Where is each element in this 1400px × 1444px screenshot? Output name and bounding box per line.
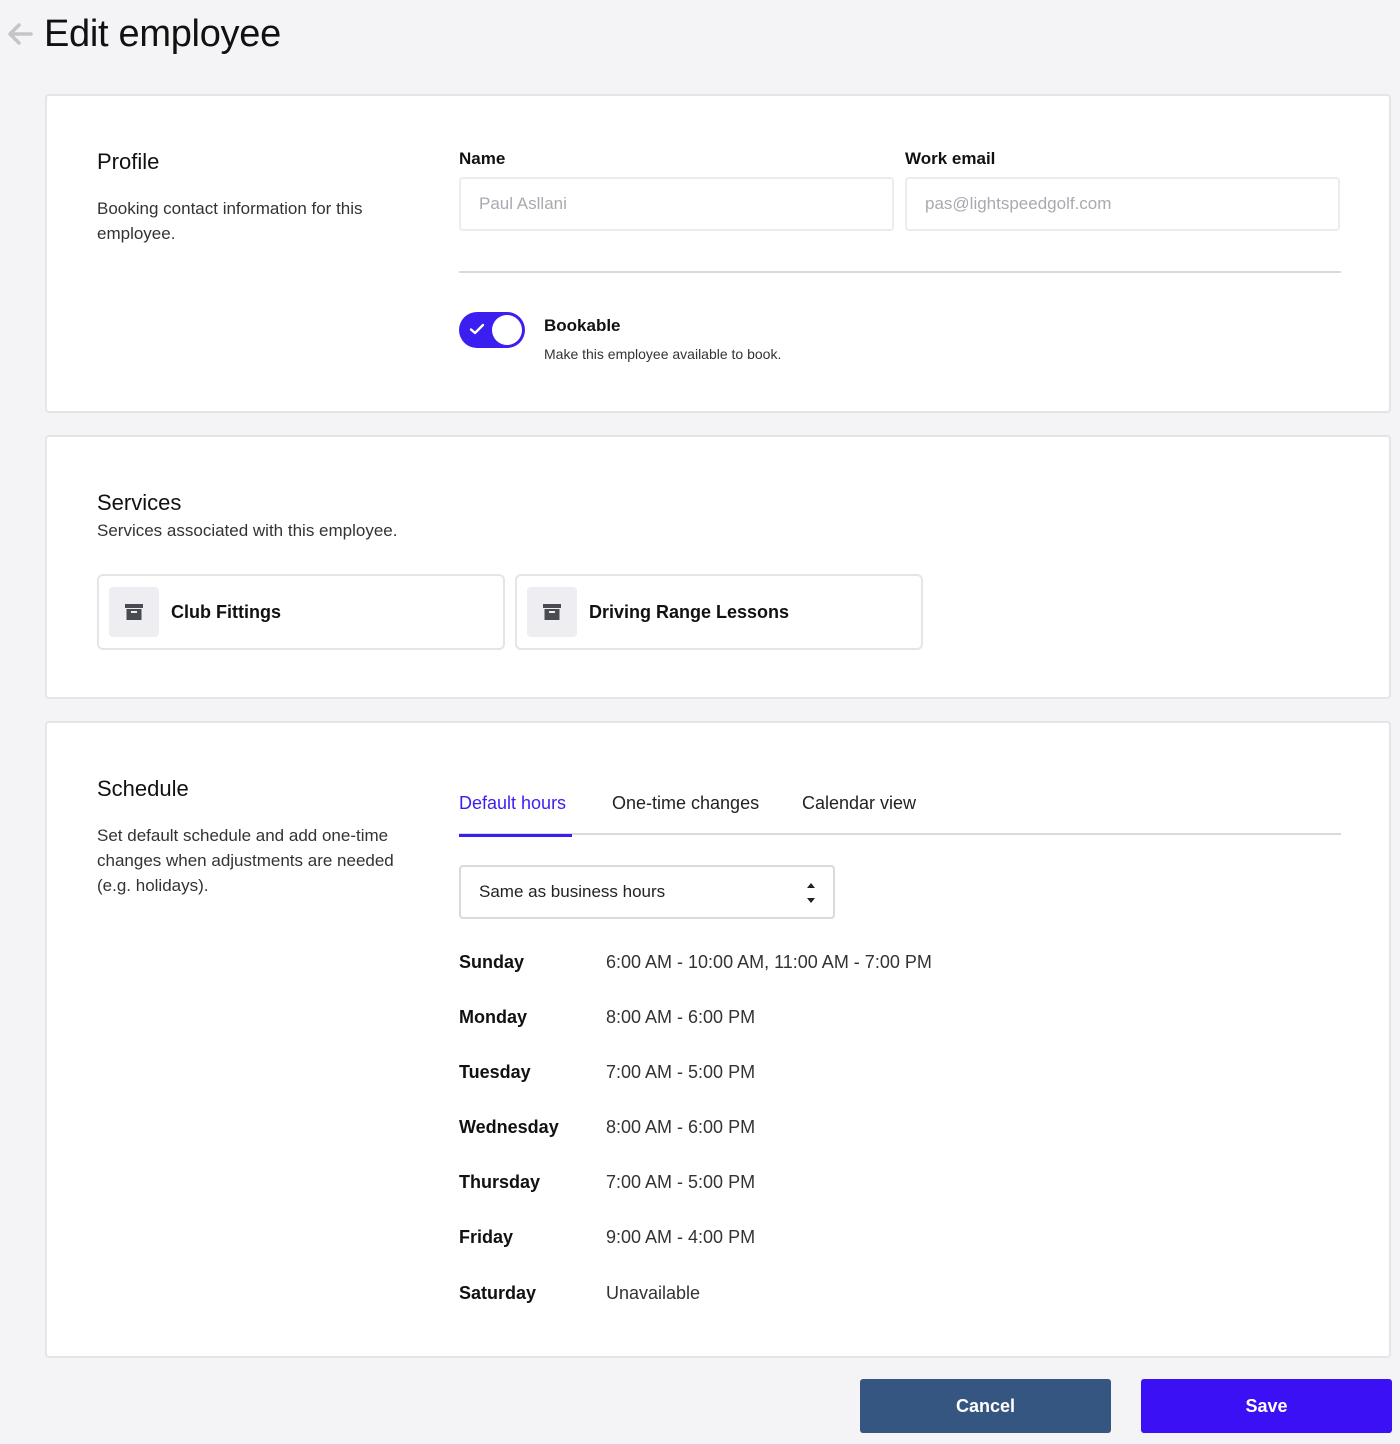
check-icon (469, 323, 485, 335)
name-label: Name (459, 149, 506, 168)
archive-box-icon (125, 604, 143, 620)
tab-label: One-time changes (612, 793, 760, 813)
hours-row-monday: Monday 8:00 AM - 6:00 PM (459, 1007, 755, 1031)
hours-row-wednesday: Wednesday 8:00 AM - 6:00 PM (459, 1117, 755, 1141)
hours-value: Unavailable (606, 1283, 701, 1303)
schedule-type-select[interactable]: Same as business hours (459, 865, 835, 919)
hours-value: 9:00 AM - 4:00 PM (606, 1227, 756, 1247)
bookable-toggle[interactable] (459, 312, 525, 348)
select-value: Same as business hours (479, 882, 666, 901)
day-label: Friday (459, 1227, 514, 1247)
tab-one-time-changes[interactable]: One-time changes (612, 793, 759, 835)
schedule-tabs: Default hours One-time changes Calendar … (459, 793, 1341, 837)
hours-value: 7:00 AM - 5:00 PM (606, 1062, 756, 1082)
services-title: Services (97, 490, 182, 515)
hours-value: 8:00 AM - 6:00 PM (606, 1117, 756, 1137)
day-label: Sunday (459, 952, 525, 972)
service-name: Driving Range Lessons (589, 601, 790, 622)
day-label: Wednesday (459, 1117, 559, 1137)
tab-label: Default hours (459, 793, 567, 813)
tab-calendar-view[interactable]: Calendar view (802, 793, 916, 835)
tab-label: Calendar view (802, 793, 917, 813)
bookable-title: Bookable (544, 316, 621, 335)
toggle-knob (492, 315, 522, 345)
service-icon-box (109, 587, 159, 637)
page-header: Edit employee (0, 8, 281, 60)
hours-row-friday: Friday 9:00 AM - 4:00 PM (459, 1227, 755, 1251)
hours-row-saturday: Saturday Unavailable (459, 1283, 700, 1307)
archive-box-icon (543, 604, 561, 620)
service-tile-club-fittings[interactable]: Club Fittings (97, 574, 505, 650)
schedule-title: Schedule (97, 776, 189, 801)
arrow-left-icon (8, 23, 33, 45)
services-card: Services Services associated with this e… (45, 435, 1391, 699)
cancel-button[interactable]: Cancel (860, 1379, 1111, 1433)
hours-value: 6:00 AM - 10:00 AM, 11:00 AM - 7:00 PM (606, 952, 932, 972)
page-title: Edit employee (44, 12, 281, 55)
service-tile-driving-range-lessons[interactable]: Driving Range Lessons (515, 574, 923, 650)
day-label: Thursday (459, 1172, 541, 1192)
day-label: Saturday (459, 1283, 537, 1303)
hours-row-thursday: Thursday 7:00 AM - 5:00 PM (459, 1172, 755, 1196)
hours-value: 7:00 AM - 5:00 PM (606, 1172, 756, 1192)
tab-default-hours[interactable]: Default hours (459, 793, 572, 837)
hours-row-tuesday: Tuesday 7:00 AM - 5:00 PM (459, 1062, 755, 1086)
profile-divider (459, 271, 1341, 273)
email-label: Work email (905, 149, 996, 168)
day-label: Tuesday (459, 1062, 531, 1082)
schedule-description: Set default schedule and add one-time ch… (97, 826, 394, 895)
sort-arrows-icon (807, 883, 815, 903)
bookable-description: Make this employee available to book. (544, 346, 782, 362)
name-input[interactable] (459, 177, 894, 231)
service-name: Club Fittings (171, 601, 281, 622)
save-button[interactable]: Save (1141, 1379, 1392, 1433)
schedule-card: Schedule Set default schedule and add on… (45, 721, 1391, 1358)
profile-description: Booking contact information for this emp… (97, 199, 363, 243)
day-label: Monday (459, 1007, 528, 1027)
hours-value: 8:00 AM - 6:00 PM (606, 1007, 756, 1027)
services-description: Services associated with this employee. (97, 521, 398, 540)
work-email-input[interactable] (905, 177, 1340, 231)
profile-card: Profile Booking contact information for … (45, 94, 1391, 413)
profile-title: Profile (97, 149, 160, 174)
hours-row-sunday: Sunday 6:00 AM - 10:00 AM, 11:00 AM - 7:… (459, 952, 932, 976)
back-button[interactable] (0, 8, 40, 60)
service-icon-box (527, 587, 577, 637)
tab-active-indicator (459, 834, 572, 837)
